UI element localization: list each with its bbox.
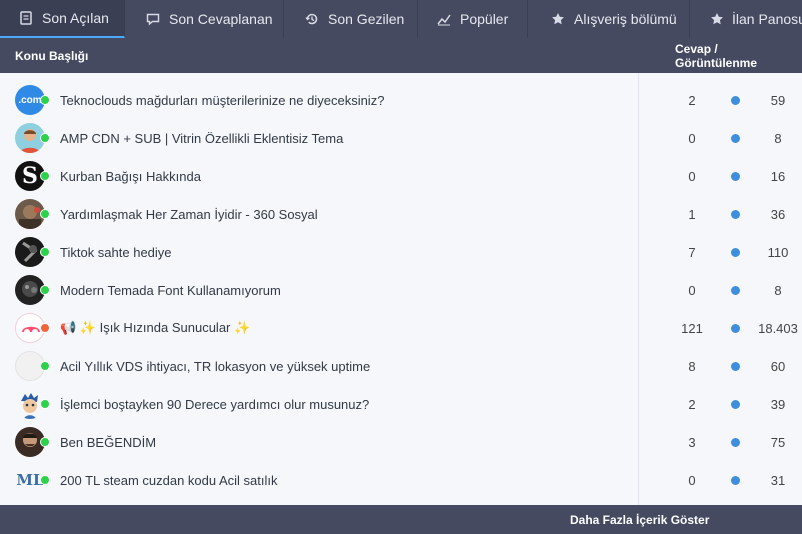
thread-title[interactable]: Modern Temada Font Kullanamıyorum [60,283,281,298]
unread-dot [731,361,740,371]
list-item[interactable]: 📢 ✨ Işık Hızında Sunucular ✨ 121 18.403 [0,309,802,347]
thread-title[interactable]: Tiktok sahte hediye [60,245,172,260]
tab-bar: Son Açılan Son Cevaplanan Son Gezilen Po… [0,0,802,38]
tab-populer[interactable]: Popüler [418,0,528,38]
trend-icon [436,11,452,27]
unread-dot [731,475,740,485]
reply-count: 2 [688,92,696,108]
view-count: 31 [770,472,786,488]
unread-dot [731,323,740,333]
list-item[interactable]: Modern Temada Font Kullanamıyorum 0 8 [0,271,802,309]
online-status-dot [40,95,50,105]
online-status-dot [40,475,50,485]
view-count: 8 [774,130,782,146]
list-header: Konu Başlığı Cevap / Görüntülenme [0,38,802,73]
unread-dot [731,247,740,257]
unread-dot [731,437,740,447]
away-status-dot [40,323,50,333]
unread-dot [731,171,740,181]
list-item[interactable]: Tiktok sahte hediye 7 110 [0,233,802,271]
document-icon [18,10,34,26]
tab-son-acilan[interactable]: Son Açılan [0,0,125,38]
tab-alisveris[interactable]: Alışveriş bölümü [528,0,690,38]
unread-dot [731,399,740,409]
view-count: 75 [770,434,786,450]
reply-count: 121 [681,320,703,336]
tab-label: Son Gezilen [328,11,405,27]
list-item[interactable]: Ben BEĞENDİM 3 75 [0,423,802,461]
unread-dot [731,133,740,143]
list-item[interactable]: ML 200 TL steam cuzdan kodu Acil satılık… [0,461,802,499]
thread-title[interactable]: Yardımlaşmak Her Zaman İyidir - 360 Sosy… [60,207,318,222]
thread-title[interactable]: 200 TL steam cuzdan kodu Acil satılık [60,473,278,488]
online-status-dot [40,285,50,295]
thread-title[interactable]: Acil Yıllık VDS ihtiyacı, TR lokasyon ve… [60,359,370,374]
view-count: 60 [770,358,786,374]
view-count: 16 [770,168,786,184]
tab-label: Son Açılan [42,10,109,26]
list-item[interactable]: .com Teknoclouds mağdurları müşterilerin… [0,81,802,119]
unread-dot [731,285,740,295]
list-item[interactable]: İşlemci boştayken 90 Derece yardımcı olu… [0,385,802,423]
unread-dot [731,209,740,219]
reply-count: 0 [688,130,696,146]
thread-title[interactable]: Teknoclouds mağdurları müşterilerinize n… [60,93,384,108]
view-count: 39 [770,396,786,412]
tab-son-cevaplanan[interactable]: Son Cevaplanan [125,0,284,38]
reply-count: 0 [688,282,696,298]
thread-list: .com Teknoclouds mağdurları müşterilerin… [0,73,802,505]
tab-label: İlan Panosu [732,11,802,27]
view-count: 110 [767,244,789,260]
view-count: 18.403 [758,320,798,336]
reply-count: 1 [688,206,696,222]
reply-count: 2 [688,396,696,412]
view-count: 36 [770,206,786,222]
reply-count: 7 [688,244,696,260]
list-item[interactable]: Yardımlaşmak Her Zaman İyidir - 360 Sosy… [0,195,802,233]
online-status-dot [40,209,50,219]
list-item[interactable]: Acil Yıllık VDS ihtiyacı, TR lokasyon ve… [0,347,802,385]
reply-count: 3 [688,434,696,450]
tab-label: Alışveriş bölümü [574,11,677,27]
thread-title[interactable]: 📢 ✨ Işık Hızında Sunucular ✨ [60,320,250,336]
thread-title[interactable]: İşlemci boştayken 90 Derece yardımcı olu… [60,397,369,412]
star-icon [550,11,566,27]
avatar-text: .com [18,94,42,106]
view-count: 8 [774,282,782,298]
reply-count: 0 [688,168,696,184]
online-status-dot [40,171,50,181]
comment-icon [145,11,161,27]
star-icon [710,11,724,27]
list-item[interactable]: S Kurban Bağışı Hakkında 0 16 [0,157,802,195]
reply-count: 8 [688,358,696,374]
thread-title[interactable]: Ben BEĞENDİM [60,435,156,450]
online-status-dot [40,437,50,447]
tab-label: Popüler [460,11,509,27]
stats-column-header: Cevap / Görüntülenme [675,41,758,70]
unread-dot [731,95,740,105]
tab-son-gezilen[interactable]: Son Gezilen [284,0,418,38]
thread-title[interactable]: Kurban Bağışı Hakkında [60,169,201,184]
view-count: 59 [770,92,786,108]
online-status-dot [40,361,50,371]
show-more-button[interactable]: Daha Fazla İçerik Göster [570,513,709,527]
avatar-text: S [22,163,38,189]
online-status-dot [40,399,50,409]
topic-column-header: Konu Başlığı [15,48,89,63]
tab-label: Son Cevaplanan [169,11,273,27]
list-item[interactable]: AMP CDN + SUB | Vitrin Özellikli Eklenti… [0,119,802,157]
reply-count: 0 [688,472,696,488]
history-icon [304,11,320,27]
thread-title[interactable]: AMP CDN + SUB | Vitrin Özellikli Eklenti… [60,131,343,146]
online-status-dot [40,247,50,257]
list-footer: Daha Fazla İçerik Göster [0,505,802,534]
tab-ilan-panosu[interactable]: İlan Panosu [690,0,802,38]
online-status-dot [40,133,50,143]
